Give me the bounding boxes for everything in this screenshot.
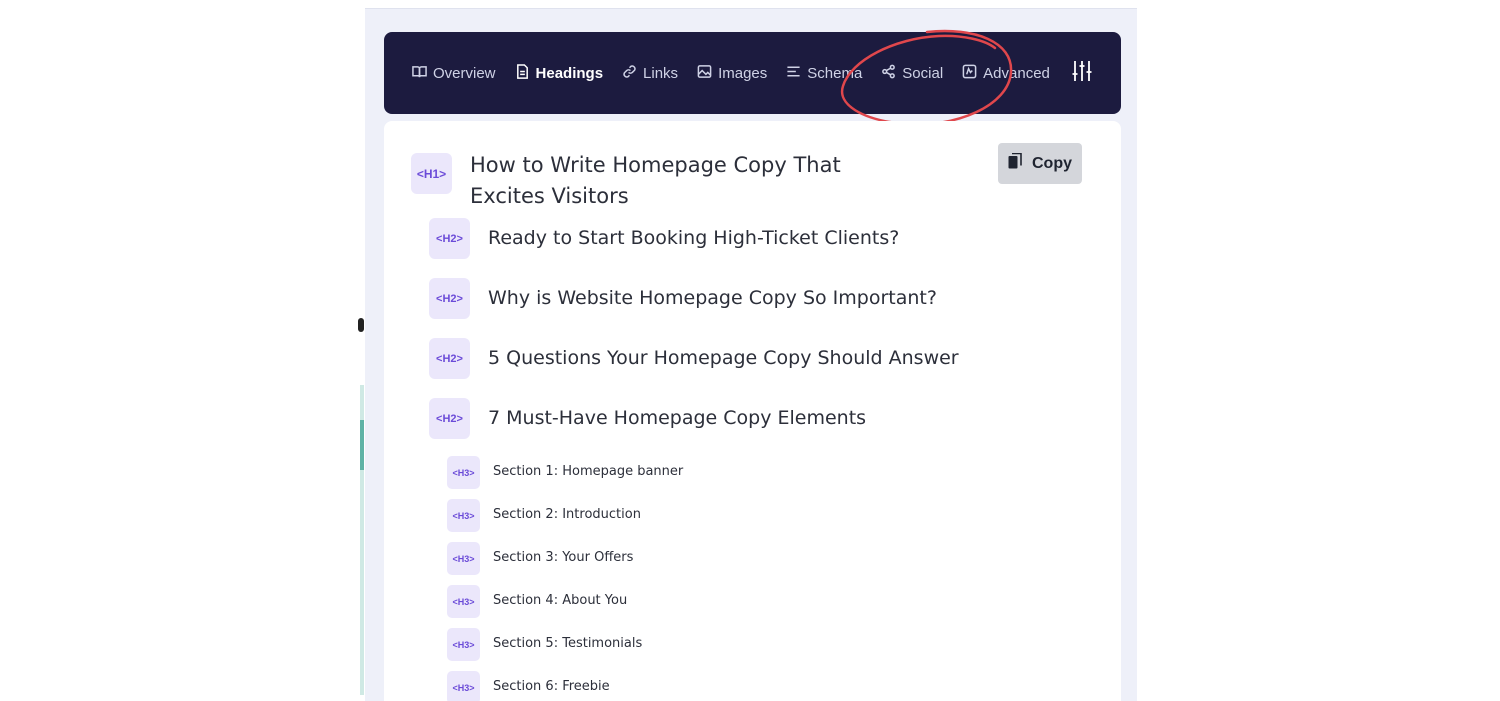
background-page-accent [360,420,364,470]
image-icon [697,64,712,83]
copy-button[interactable]: Copy [998,143,1082,184]
heading-level-badge: <H2> [429,338,470,379]
heading-row-h2: <H2> 5 Questions Your Homepage Copy Shou… [429,338,959,379]
heading-row-h3: <H3> Section 6: Freebie [447,671,610,701]
tab-advanced[interactable]: Advanced [962,64,1050,83]
heading-text: Ready to Start Booking High-Ticket Clien… [488,227,900,249]
heading-level-badge: <H2> [429,278,470,319]
background-page-glyph [358,318,364,332]
heading-row-h2: <H2> Ready to Start Booking High-Ticket … [429,218,899,259]
heading-text: 7 Must-Have Homepage Copy Elements [488,407,867,429]
heading-text: Section 5: Testimonials [493,636,643,651]
tab-bar: Overview Headings Links Images Schema So… [384,32,1121,114]
tab-images[interactable]: Images [697,64,767,83]
share-icon [881,64,896,83]
sliders-icon[interactable] [1071,59,1093,88]
heading-row-h1: <H1> How to Write Homepage Copy That Exc… [411,153,910,212]
tab-overview[interactable]: Overview [412,64,496,83]
heading-text: How to Write Homepage Copy That Excites … [470,153,841,208]
extension-popup: Overview Headings Links Images Schema So… [365,8,1137,701]
heading-row-h3: <H3> Section 1: Homepage banner [447,456,683,489]
heading-level-badge: <H3> [447,499,480,532]
heading-row-h2: <H2> Why is Website Homepage Copy So Imp… [429,278,937,319]
tab-label: Images [718,64,768,82]
tab-label: Social [902,64,944,82]
heading-text: Section 2: Introduction [493,507,641,522]
tab-headings[interactable]: Headings [515,63,604,83]
tab-schema[interactable]: Schema [786,64,862,83]
heading-row-h2: <H2> 7 Must-Have Homepage Copy Elements [429,398,866,439]
book-icon [412,64,427,83]
tab-label: Advanced [983,64,1050,82]
heading-level-badge: <H3> [447,628,480,661]
heading-text: Why is Website Homepage Copy So Importan… [488,287,937,309]
heading-level-badge: <H1> [411,153,452,194]
heading-text: Section 6: Freebie [493,679,610,694]
heading-level-badge: <H2> [429,398,470,439]
heading-row-h3: <H3> Section 2: Introduction [447,499,641,532]
heading-text: 5 Questions Your Homepage Copy Should An… [488,347,959,369]
heading-row-h3: <H3> Section 4: About You [447,585,627,618]
list-icon [786,64,801,83]
heading-level-badge: <H2> [429,218,470,259]
tab-links[interactable]: Links [622,64,678,83]
heading-text: Section 1: Homepage banner [493,464,684,479]
headings-panel: Copy <H1> How to Write Homepage Copy Tha… [384,121,1121,701]
tab-social[interactable]: Social [881,64,943,83]
heading-level-badge: <H3> [447,671,480,701]
copy-label: Copy [1032,154,1072,172]
heading-level-badge: <H3> [447,456,480,489]
heading-text: Section 4: About You [493,593,628,608]
tab-label: Schema [807,64,863,82]
tab-label: Headings [535,64,604,82]
advanced-icon [962,64,977,83]
copy-icon [1008,152,1022,174]
heading-level-badge: <H3> [447,585,480,618]
link-icon [622,64,637,83]
heading-row-h3: <H3> Section 3: Your Offers [447,542,633,575]
heading-text: Section 3: Your Offers [493,550,634,565]
tab-label: Links [643,64,679,82]
document-icon [515,63,530,83]
heading-level-badge: <H3> [447,542,480,575]
tab-label: Overview [433,64,496,82]
heading-row-h3: <H3> Section 5: Testimonials [447,628,642,661]
